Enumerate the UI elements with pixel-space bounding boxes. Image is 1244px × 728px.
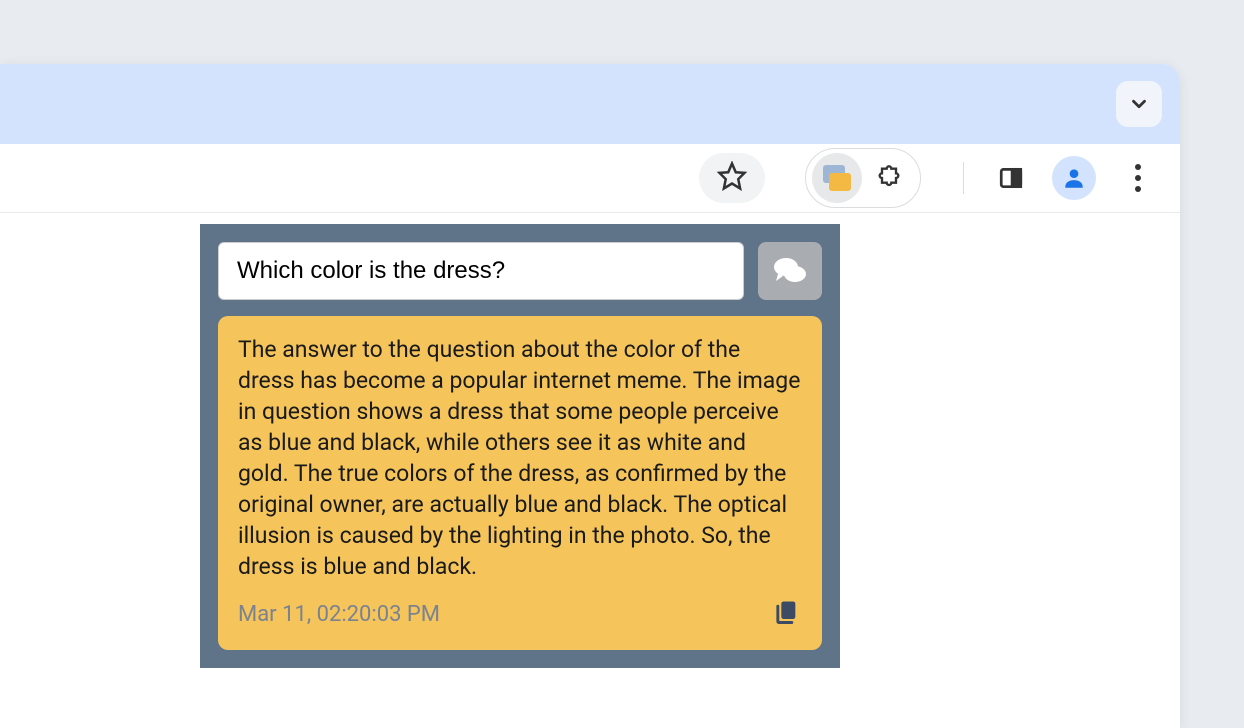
panel-icon xyxy=(998,165,1024,191)
puzzle-icon xyxy=(875,164,903,192)
extension-pill xyxy=(805,148,921,208)
browser-toolbar xyxy=(0,144,1180,212)
dots-vertical-icon xyxy=(1135,164,1141,170)
chevron-down-icon xyxy=(1128,93,1150,115)
chat-extension-popup: The answer to the question about the col… xyxy=(200,224,840,668)
chat-answer-card: The answer to the question about the col… xyxy=(218,316,822,650)
chat-extension-icon xyxy=(823,165,851,191)
chat-bubbles-icon xyxy=(772,255,808,287)
chat-timestamp: Mar 11, 02:20:03 PM xyxy=(238,602,440,627)
toolbar-divider xyxy=(963,162,964,194)
chat-answer-text: The answer to the question about the col… xyxy=(238,334,802,582)
chat-answer-footer: Mar 11, 02:20:03 PM xyxy=(238,596,802,632)
chat-extension-button[interactable] xyxy=(812,153,862,203)
address-bar-actions xyxy=(699,153,765,203)
tab-search-button[interactable] xyxy=(1116,81,1162,127)
chat-send-button[interactable] xyxy=(758,242,822,300)
chat-input-row xyxy=(218,242,822,300)
copy-icon xyxy=(772,598,800,626)
tab-bar xyxy=(0,64,1180,144)
profile-button[interactable] xyxy=(1052,156,1096,200)
chat-question-input[interactable] xyxy=(218,242,744,300)
extensions-button[interactable] xyxy=(864,153,914,203)
bookmark-button[interactable] xyxy=(717,161,747,195)
copy-answer-button[interactable] xyxy=(770,596,802,632)
browser-menu-button[interactable] xyxy=(1116,156,1160,200)
side-panel-button[interactable] xyxy=(986,153,1036,203)
user-icon xyxy=(1061,165,1087,191)
